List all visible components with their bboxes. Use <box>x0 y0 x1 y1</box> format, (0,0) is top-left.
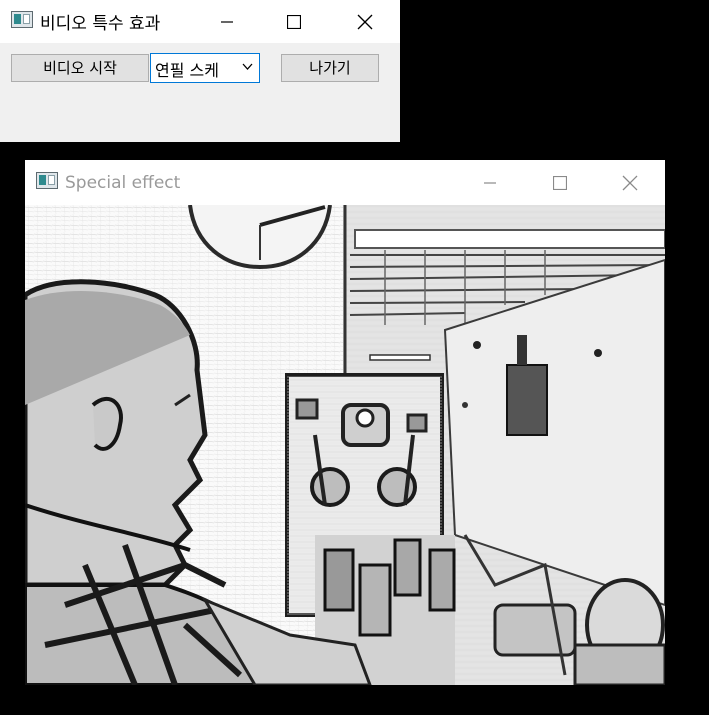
app-window-icon <box>36 172 58 189</box>
minimize-icon <box>484 181 496 184</box>
maximize-icon <box>287 14 301 29</box>
close-button[interactable] <box>602 160 658 205</box>
close-button[interactable] <box>340 0 390 43</box>
minimize-button[interactable] <box>202 0 252 43</box>
effect-select[interactable]: 연필 스케 <box>150 53 260 83</box>
minimize-icon <box>221 20 233 23</box>
window-title: Special effect <box>65 173 181 193</box>
maximize-icon <box>553 175 567 190</box>
window-title: 비디오 특수 효과 <box>40 14 161 34</box>
maximize-button[interactable] <box>532 160 588 205</box>
title-bar[interactable]: 비디오 특수 효과 <box>0 0 400 43</box>
maximize-button[interactable] <box>269 0 319 43</box>
special-effect-window: Special effect <box>25 160 665 685</box>
chevron-down-icon <box>242 63 253 70</box>
control-window: 비디오 특수 효과 비디오 시작 연필 스케 나가기 <box>0 0 400 142</box>
close-icon <box>622 175 638 190</box>
effect-select-value: 연필 스케 <box>155 61 219 80</box>
minimize-button[interactable] <box>462 160 518 205</box>
exit-button[interactable]: 나가기 <box>281 54 379 82</box>
video-frame <box>25 205 665 685</box>
pencil-sketch-image <box>25 205 665 685</box>
title-bar[interactable]: Special effect <box>25 160 665 205</box>
app-window-icon <box>11 11 33 28</box>
close-icon <box>357 14 373 29</box>
start-video-button[interactable]: 비디오 시작 <box>11 54 149 82</box>
